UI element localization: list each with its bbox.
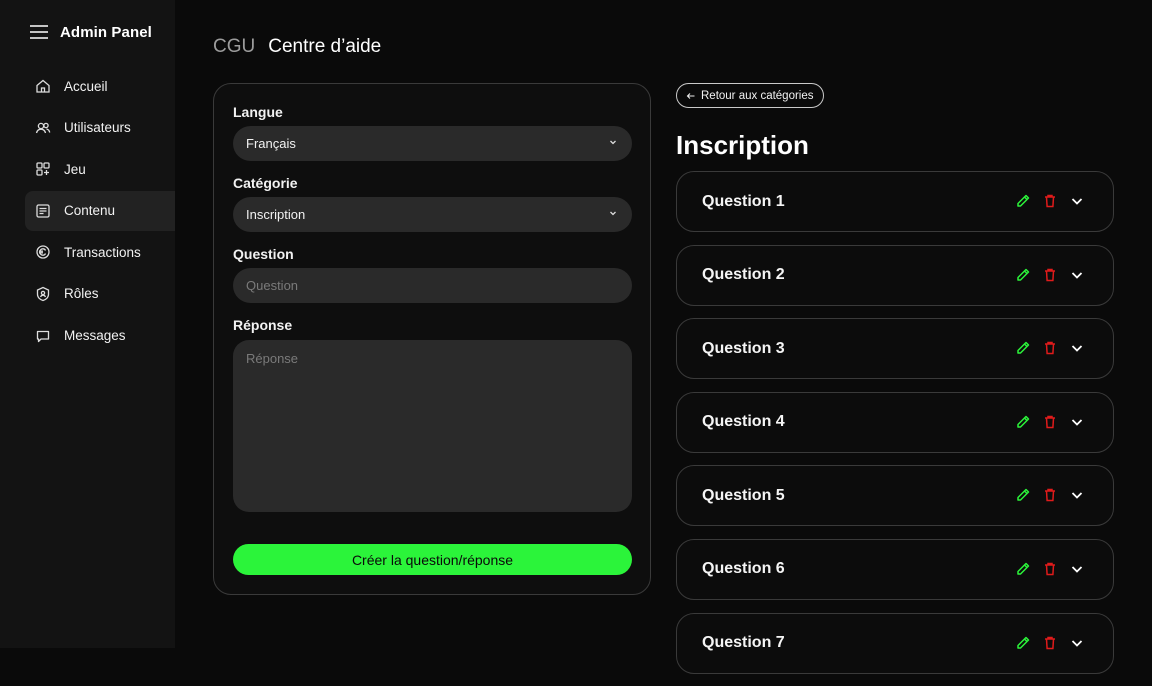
question-title: Question 6 (702, 560, 785, 578)
delete-trash-icon[interactable] (1042, 561, 1058, 577)
chevron-down-icon[interactable] (1069, 267, 1085, 283)
question-actions (1015, 193, 1085, 209)
chevron-down-icon[interactable] (1069, 635, 1085, 651)
chevron-down-icon[interactable] (1069, 340, 1085, 356)
sidebar-item-label: Utilisateurs (64, 120, 131, 136)
messages-icon (36, 330, 50, 342)
sidebar-item-utilisateurs[interactable]: Utilisateurs (25, 108, 175, 148)
language-label: Langue (233, 104, 283, 120)
answer-label: Réponse (233, 317, 293, 333)
question-actions (1015, 267, 1085, 283)
question-title: Question 7 (702, 634, 785, 652)
sidebar-item-roles[interactable]: Rôles (25, 274, 175, 314)
question-title: Question 5 (702, 486, 785, 504)
faq-form-card: Langue Français Catégorie Inscription Qu… (213, 83, 651, 595)
edit-pencil-icon[interactable] (1015, 635, 1031, 651)
users-icon (35, 122, 51, 133)
delete-trash-icon[interactable] (1042, 340, 1058, 356)
home-icon (36, 79, 50, 93)
delete-trash-icon[interactable] (1042, 487, 1058, 503)
question-title: Question 3 (702, 339, 785, 357)
page-title: Centre d’aide (268, 36, 382, 57)
category-select-value: Inscription (246, 207, 306, 222)
language-select[interactable]: Français (233, 126, 632, 161)
sidebar-item-label: Rôles (64, 286, 99, 302)
edit-pencil-icon[interactable] (1015, 414, 1031, 430)
sidebar-item-contenu[interactable]: Contenu (25, 190, 175, 231)
sidebar-item-accueil[interactable]: Accueil (25, 66, 175, 106)
category-label: Catégorie (233, 175, 298, 191)
edit-pencil-icon[interactable] (1015, 487, 1031, 503)
game-icon (36, 162, 50, 176)
hamburger-menu-icon[interactable] (30, 25, 48, 39)
delete-trash-icon[interactable] (1042, 414, 1058, 430)
sidebar-item-transactions[interactable]: Transactions (25, 232, 175, 272)
chevron-down-icon[interactable] (1069, 561, 1085, 577)
breadcrumb: CGU Centre d’aide (213, 36, 381, 58)
sidebar-item-label: Jeu (64, 161, 86, 177)
question-item[interactable]: Question 4 (676, 391, 1114, 453)
chevron-down-icon (610, 211, 616, 216)
question-item[interactable]: Question 6 (676, 538, 1114, 600)
language-select-value: Français (246, 136, 296, 151)
edit-pencil-icon[interactable] (1015, 561, 1031, 577)
edit-pencil-icon[interactable] (1015, 267, 1031, 283)
delete-trash-icon[interactable] (1042, 193, 1058, 209)
question-input-placeholder: Question (246, 278, 299, 293)
category-select[interactable]: Inscription (233, 197, 632, 232)
chevron-down-icon[interactable] (1069, 487, 1085, 503)
roles-icon (36, 286, 50, 302)
question-item[interactable]: Question 5 (676, 465, 1114, 527)
delete-trash-icon[interactable] (1042, 267, 1058, 283)
question-actions (1015, 561, 1085, 577)
question-title: Question 2 (702, 266, 785, 284)
app-title: Admin Panel (60, 23, 152, 41)
question-label: Question (233, 246, 294, 262)
question-item[interactable]: Question 2 (676, 244, 1114, 306)
sidebar-nav: Accueil Utilisateurs Jeu Contenu Transac… (25, 66, 175, 357)
sidebar: Admin Panel Accueil Utilisateurs Jeu Con… (0, 0, 175, 648)
sidebar-item-label: Transactions (64, 244, 141, 260)
brand: Admin Panel (30, 22, 152, 42)
question-actions (1015, 635, 1085, 651)
question-list: Question 1 Question 2 Question 3 Questio… (676, 171, 1114, 686)
question-title: Question 1 (702, 192, 785, 210)
transactions-icon (36, 245, 50, 260)
question-item[interactable]: Question 7 (676, 612, 1114, 674)
question-title: Question 4 (702, 413, 785, 431)
chevron-down-icon[interactable] (1069, 414, 1085, 430)
answer-textarea-placeholder: Réponse (246, 351, 299, 366)
sidebar-item-label: Contenu (64, 203, 116, 219)
question-actions (1015, 414, 1085, 430)
breadcrumb-parent[interactable]: CGU (213, 36, 255, 58)
arrow-left-icon (686, 92, 695, 99)
back-button-label: Retour aux catégories (701, 89, 814, 102)
back-to-categories-button[interactable]: Retour aux catégories (676, 83, 824, 108)
question-actions (1015, 340, 1085, 356)
create-question-button[interactable]: Créer la question/réponse (233, 544, 632, 575)
question-actions (1015, 487, 1085, 503)
sidebar-item-label: Accueil (64, 78, 108, 94)
question-item[interactable]: Question 3 (676, 318, 1114, 380)
question-input[interactable]: Question (233, 268, 632, 303)
chevron-down-icon (610, 140, 616, 145)
edit-pencil-icon[interactable] (1015, 340, 1031, 356)
delete-trash-icon[interactable] (1042, 635, 1058, 651)
answer-textarea[interactable]: Réponse (233, 340, 632, 512)
content-icon (36, 204, 50, 218)
chevron-down-icon[interactable] (1069, 193, 1085, 209)
sidebar-item-messages[interactable]: Messages (25, 316, 175, 356)
question-item[interactable]: Question 1 (676, 171, 1114, 232)
sidebar-item-label: Messages (64, 328, 126, 344)
edit-pencil-icon[interactable] (1015, 193, 1031, 209)
category-title: Inscription (676, 130, 809, 160)
sidebar-item-jeu[interactable]: Jeu (25, 149, 175, 189)
